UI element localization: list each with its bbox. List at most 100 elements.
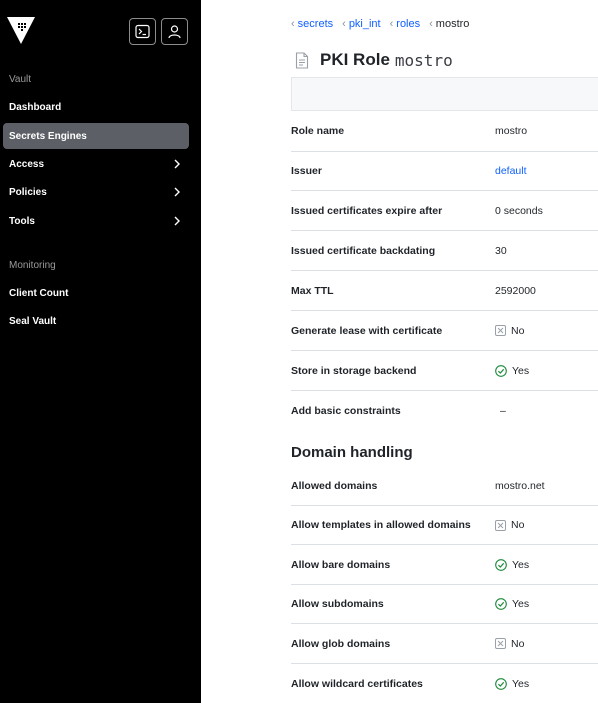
detail-value: 0 seconds (495, 204, 543, 217)
x-square-icon (495, 325, 506, 336)
detail-value-text: Yes (512, 598, 530, 610)
chevron-right-icon (174, 159, 180, 169)
breadcrumb-link[interactable]: pki_int (349, 18, 381, 30)
sidebar: Vault Dashboard Secrets Engines Access P… (0, 0, 201, 703)
detail-value: Yes (495, 598, 529, 610)
sidebar-item-label: Dashboard (9, 101, 62, 113)
page-title-role-name: mostro (394, 50, 453, 70)
breadcrumb-item-pki-int[interactable]: ‹ pki_int (342, 18, 380, 30)
detail-value: No (495, 519, 524, 531)
breadcrumb: ‹ secrets ‹ pki_int ‹ roles ‹ mostro (291, 18, 478, 30)
detail-label: Allow glob domains (291, 637, 391, 650)
check-circle-icon (495, 364, 507, 377)
detail-value-text: Yes (512, 558, 530, 571)
terminal-icon (135, 24, 150, 39)
detail-label: Allow wildcard certificates (291, 677, 423, 690)
detail-label: Store in storage backend (291, 364, 417, 377)
domain-row-allow-glob: Allow glob domains No (291, 624, 598, 664)
detail-label: Issued certificates expire after (291, 204, 443, 217)
x-square-icon (495, 519, 506, 531)
detail-label: Generate lease with certificate (291, 324, 443, 337)
issuer-link[interactable]: default (495, 165, 527, 177)
detail-label: Role name (291, 125, 345, 137)
detail-row-issuer: Issuer default (291, 152, 598, 191)
sidebar-item-label: Tools (9, 215, 35, 227)
sidebar-item-label: Seal Vault (9, 315, 57, 327)
detail-row-generate-lease: Generate lease with certificate No (291, 311, 598, 351)
detail-value: mostro (495, 125, 528, 137)
sidebar-item-access[interactable]: Access (3, 151, 189, 177)
sidebar-section-vault: Vault (9, 74, 32, 85)
detail-label: Issuer (291, 165, 322, 177)
check-circle-icon (495, 598, 507, 610)
detail-value: – (500, 405, 506, 417)
sidebar-item-seal-vault[interactable]: Seal Vault (3, 308, 189, 334)
domain-row-allow-bare: Allow bare domains Yes (291, 545, 598, 585)
detail-value: Yes (495, 559, 529, 571)
detail-value: mostro.net (495, 479, 545, 492)
detail-value-text: No (511, 637, 525, 650)
breadcrumb-link[interactable]: roles (396, 18, 420, 30)
sidebar-item-secrets-engines[interactable]: Secrets Engines (3, 123, 189, 149)
chevron-left-icon: ‹ (342, 18, 346, 30)
sidebar-item-label: Policies (9, 186, 47, 198)
chevron-left-icon: ‹ (389, 18, 394, 30)
detail-value-text: Yes (512, 677, 530, 690)
detail-row-role-name: Role name mostro (291, 111, 598, 152)
detail-row-store-storage: Store in storage backend Yes (291, 351, 598, 391)
page-title: PKI Role mostro (295, 50, 453, 70)
check-circle-icon (495, 558, 507, 571)
x-square-icon (495, 638, 506, 649)
detail-label: Max TTL (291, 284, 334, 297)
detail-value: 30 (495, 244, 507, 257)
detail-value: Yes (495, 678, 529, 690)
sidebar-item-label: Secrets Engines (9, 130, 87, 142)
sidebar-item-policies[interactable]: Policies (3, 179, 189, 205)
detail-row-expire: Issued certificates expire after 0 secon… (291, 191, 598, 231)
detail-value: Yes (495, 365, 529, 377)
sidebar-section-monitoring: Monitoring (9, 260, 56, 271)
domain-row-allow-wildcard: Allow wildcard certificates Yes (291, 664, 598, 703)
sidebar-item-dashboard[interactable]: Dashboard (3, 94, 189, 120)
user-icon (168, 25, 181, 39)
detail-label: Allow bare domains (291, 558, 391, 571)
chevron-right-icon (174, 216, 180, 226)
detail-row-backdating: Issued certificate backdating 30 (291, 231, 598, 271)
domain-row-allow-subdomains: Allow subdomains Yes (291, 585, 598, 624)
detail-row-max-ttl: Max TTL 2592000 (291, 271, 598, 311)
detail-label: Allowed domains (291, 479, 378, 492)
domain-handling-heading: Domain handling (291, 444, 413, 461)
console-button[interactable] (129, 18, 156, 45)
detail-row-basic-constraints: Add basic constraints – (291, 391, 598, 431)
chevron-left-icon: ‹ (291, 18, 295, 30)
page-title-text: PKI Role (320, 50, 390, 69)
breadcrumb-link[interactable]: secrets (298, 18, 333, 30)
sidebar-item-tools[interactable]: Tools (3, 208, 189, 234)
sidebar-item-label: Access (9, 158, 45, 170)
chevron-left-icon: ‹ (429, 18, 433, 30)
breadcrumb-item-roles[interactable]: ‹ roles (390, 18, 421, 30)
detail-value-text: No (511, 519, 525, 531)
domain-row-allow-templates: Allow templates in allowed domains No (291, 506, 598, 545)
domain-row-allowed-domains: Allowed domains mostro.net (291, 466, 598, 506)
detail-value-text: Yes (512, 364, 530, 377)
sidebar-item-label: Client Count (9, 287, 69, 299)
user-menu-button[interactable] (161, 18, 188, 45)
detail-label: Add basic constraints (291, 405, 401, 417)
chevron-right-icon (174, 187, 180, 197)
breadcrumb-item-secrets[interactable]: ‹ secrets (291, 18, 333, 30)
vault-logo-icon[interactable] (6, 15, 36, 45)
detail-value: No (495, 638, 524, 650)
detail-value-text: No (511, 324, 525, 337)
sidebar-item-client-count[interactable]: Client Count (3, 280, 189, 306)
detail-value: 2592000 (495, 284, 536, 297)
detail-value: No (495, 325, 524, 337)
breadcrumb-current: mostro (435, 18, 470, 30)
detail-label: Allow subdomains (291, 598, 384, 610)
check-circle-icon (495, 677, 507, 690)
file-icon (295, 51, 309, 69)
toolbar (291, 77, 598, 111)
detail-label: Allow templates in allowed domains (291, 519, 471, 531)
detail-label: Issued certificate backdating (291, 244, 436, 257)
breadcrumb-item-current: ‹ mostro (429, 18, 469, 30)
